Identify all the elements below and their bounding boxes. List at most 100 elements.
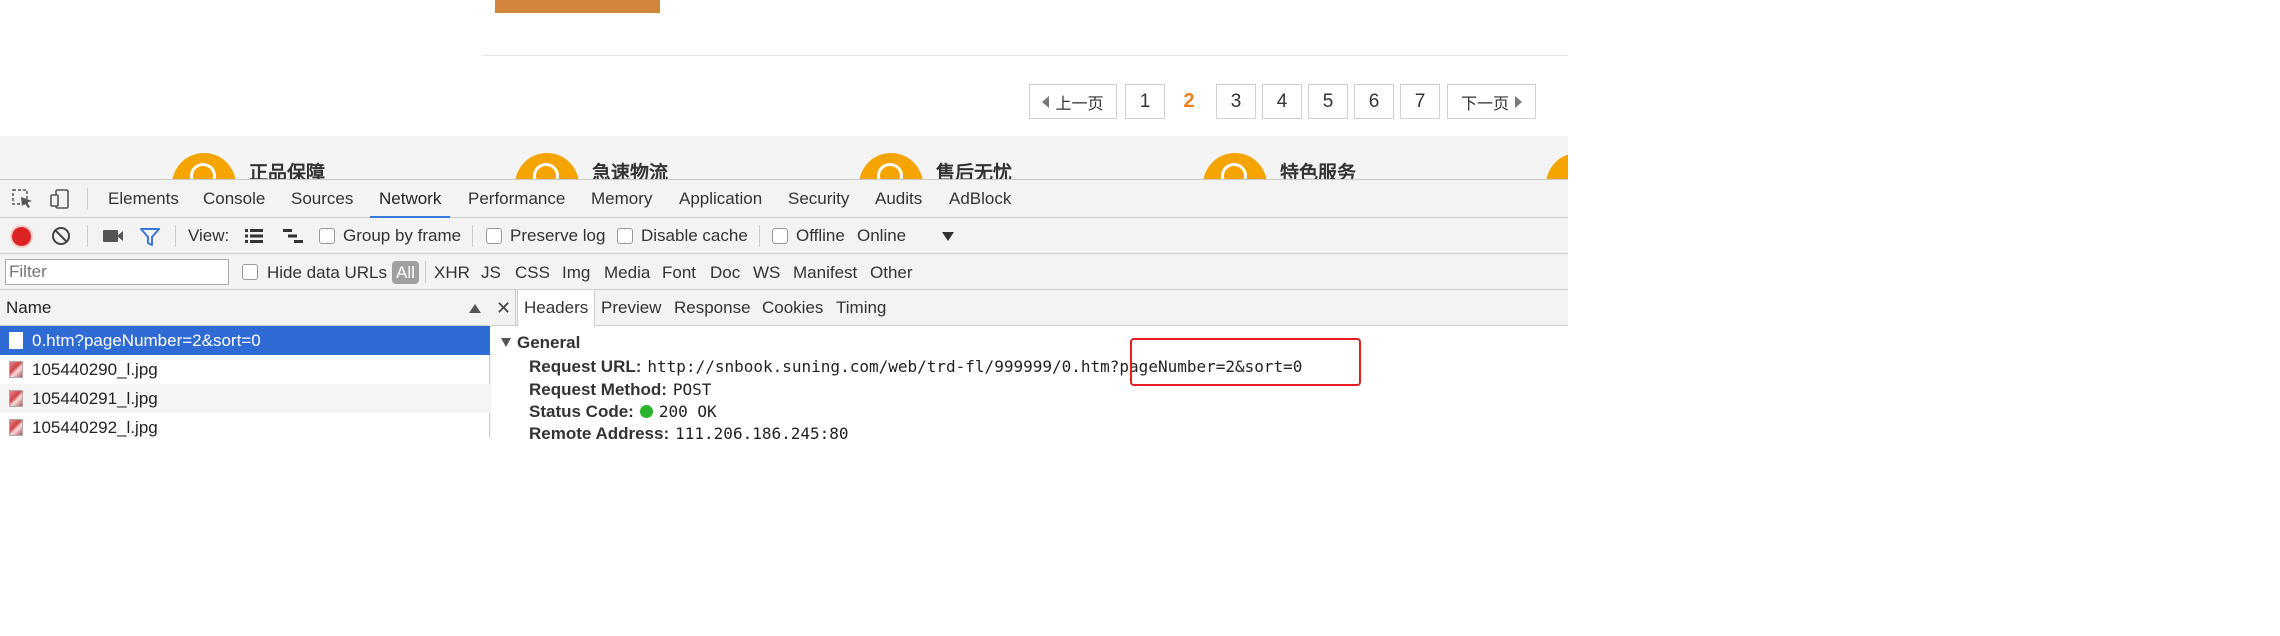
inspect-element-icon[interactable]	[12, 189, 34, 209]
prev-page-button[interactable]: 上一页	[1029, 84, 1117, 119]
view-label: View:	[188, 226, 230, 245]
header-value: POST	[672, 380, 712, 399]
filter-type-media[interactable]: Media	[604, 261, 650, 284]
web-page: 上一页 1 2 3 4 5 6 7 下一页 正品保障 急速物流 售后无忧 特色服…	[0, 0, 1568, 179]
toolbar-divider	[87, 188, 88, 210]
request-list: Name 0.htm?pageNumber=2&sort=0 105440290…	[0, 290, 490, 438]
service-bar: 正品保障 急速物流 售后无忧 特色服务	[0, 136, 1568, 179]
tab-performance[interactable]: Performance	[468, 180, 565, 218]
service-label: 正品保障	[249, 163, 326, 179]
tab-cookies[interactable]: Cookies	[762, 290, 823, 326]
page-button-4[interactable]: 4	[1262, 84, 1302, 119]
filter-type-css[interactable]: CSS	[515, 261, 550, 284]
general-section-toggle[interactable]: General	[501, 333, 580, 353]
status-ok-icon	[639, 405, 653, 418]
page-button-7[interactable]: 7	[1400, 84, 1440, 119]
filter-type-xhr[interactable]: XHR	[434, 261, 470, 284]
tab-audits[interactable]: Audits	[875, 180, 922, 218]
tab-headers[interactable]: Headers	[517, 290, 596, 327]
filter-type-manifest[interactable]: Manifest	[793, 261, 857, 284]
divider	[481, 55, 1568, 56]
tab-elements[interactable]: Elements	[108, 180, 179, 218]
filter-type-other[interactable]: Other	[870, 261, 913, 284]
header-key: Request Method:	[529, 380, 667, 399]
group-by-frame-checkbox[interactable]	[319, 228, 335, 244]
tab-preview[interactable]: Preview	[601, 290, 661, 326]
orange-button[interactable]	[495, 0, 660, 13]
filter-input[interactable]	[5, 259, 229, 285]
tab-memory[interactable]: Memory	[591, 180, 652, 218]
page-current: 2	[1183, 90, 1195, 112]
camera-icon[interactable]	[103, 230, 123, 242]
request-name: 105440292_l.jpg	[32, 418, 158, 437]
header-key: Request URL:	[529, 357, 642, 376]
clear-icon[interactable]	[52, 227, 70, 245]
header-key: Remote Address:	[529, 424, 670, 443]
tab-console[interactable]: Console	[203, 180, 265, 218]
filter-type-doc[interactable]: Doc	[710, 261, 740, 284]
next-page-button[interactable]: 下一页	[1447, 84, 1536, 119]
filter-icon[interactable]	[139, 227, 161, 247]
document-icon	[9, 332, 23, 349]
tab-application[interactable]: Application	[679, 180, 762, 218]
service-label: 特色服务	[1280, 163, 1357, 179]
waterfall-icon[interactable]	[282, 228, 304, 244]
tab-sources[interactable]: Sources	[291, 180, 353, 218]
name-column-label: Name	[6, 298, 52, 317]
hide-data-urls-checkbox[interactable]	[242, 264, 258, 280]
request-name: 105440290_l.jpg	[32, 360, 158, 379]
header-status-code: Status Code: 200 OK	[529, 402, 717, 422]
large-rows-icon[interactable]	[244, 228, 264, 244]
device-toolbar-icon[interactable]	[49, 189, 71, 209]
tab-security[interactable]: Security	[788, 180, 849, 218]
filter-bar: Hide data URLs All XHR JS CSS Img Media …	[0, 254, 1568, 290]
page-button-6[interactable]: 6	[1354, 84, 1394, 119]
close-icon[interactable]: ✕	[496, 290, 511, 326]
request-row[interactable]: 105440291_l.jpg	[0, 384, 490, 413]
next-page-label: 下一页	[1460, 95, 1509, 113]
tab-response[interactable]: Response	[674, 290, 751, 326]
highlight-box	[1130, 338, 1361, 386]
request-row[interactable]: 105440292_l.jpg	[0, 413, 490, 442]
image-file-icon	[9, 390, 23, 407]
name-column-header[interactable]: Name	[0, 290, 490, 326]
header-value: 111.206.186.245:80	[675, 424, 849, 443]
page-button-5[interactable]: 5	[1308, 84, 1348, 119]
service-icon	[1546, 153, 1568, 179]
service-label: 售后无忧	[936, 163, 1013, 179]
request-row[interactable]: 0.htm?pageNumber=2&sort=0	[0, 326, 490, 355]
service-label: 急速物流	[592, 163, 669, 179]
disable-cache-checkbox[interactable]	[617, 228, 633, 244]
filter-type-img[interactable]: Img	[562, 261, 590, 284]
offline-checkbox[interactable]	[772, 228, 788, 244]
toolbar-divider	[87, 225, 88, 247]
request-row[interactable]: 105440290_l.jpg	[0, 355, 490, 384]
page-button-1[interactable]: 1	[1125, 84, 1165, 119]
group-by-frame-label: Group by frame	[343, 226, 462, 245]
chevron-down-icon[interactable]	[942, 232, 954, 241]
filter-type-font[interactable]: Font	[662, 261, 696, 284]
detail-tab-bar: ✕ Headers Preview Response Cookies Timin…	[491, 290, 1568, 327]
chevron-left-icon	[1042, 95, 1050, 108]
tab-timing[interactable]: Timing	[836, 290, 886, 326]
throttle-select[interactable]: Online	[857, 218, 906, 254]
shield-icon	[172, 153, 236, 179]
prev-page-label: 上一页	[1055, 95, 1104, 113]
filter-type-all[interactable]: All	[392, 261, 419, 284]
page-button-3[interactable]: 3	[1216, 84, 1256, 119]
star-icon	[1203, 153, 1267, 179]
request-details: ✕ Headers Preview Response Cookies Timin…	[491, 290, 1568, 443]
request-name: 0.htm?pageNumber=2&sort=0	[32, 331, 261, 350]
record-icon[interactable]	[12, 227, 31, 246]
header-remote-address: Remote Address: 111.206.186.245:80	[529, 424, 849, 444]
network-controls: View: Group by frame Preserve log Disabl…	[0, 218, 1568, 254]
hide-data-urls-label: Hide data URLs	[267, 263, 388, 282]
preserve-log-checkbox[interactable]	[486, 228, 502, 244]
filter-type-ws[interactable]: WS	[753, 261, 780, 284]
devtools-tab-bar: Elements Console Sources Network Perform…	[0, 180, 1568, 218]
tab-network[interactable]: Network	[370, 180, 451, 218]
tab-adblock[interactable]: AdBlock	[949, 180, 1011, 218]
filter-type-js[interactable]: JS	[481, 261, 501, 284]
image-file-icon	[9, 361, 23, 378]
request-name: 105440291_l.jpg	[32, 389, 158, 408]
